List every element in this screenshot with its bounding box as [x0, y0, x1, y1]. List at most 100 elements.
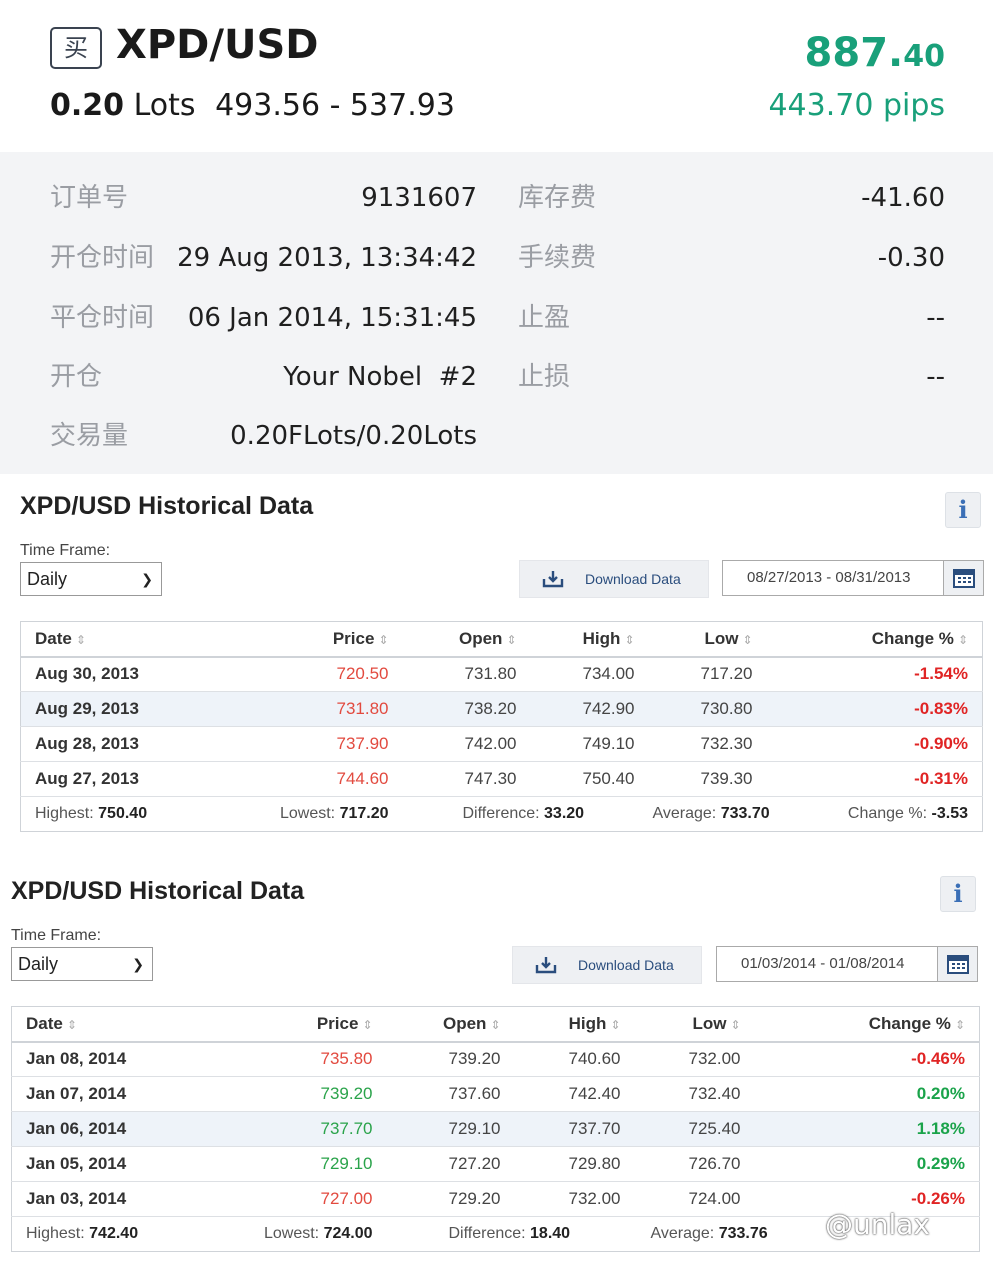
summary-lowest: Lowest: 717.20	[279, 805, 389, 822]
trade-lots-unit: Lots	[133, 88, 196, 123]
table-row: Aug 30, 2013 720.50 731.80 734.00 717.20…	[20, 656, 983, 692]
summary-average: Average: 733.70	[652, 805, 770, 822]
cell-open: 727.20	[386, 1146, 515, 1182]
cell-open: 729.20	[386, 1181, 515, 1217]
table-row: Aug 28, 2013 737.90 742.00 749.10 732.30…	[20, 726, 983, 762]
cell-open: 737.60	[386, 1076, 515, 1112]
column-header-change[interactable]: Change % ⇕	[754, 1006, 980, 1043]
summary-difference: Difference: 18.40	[448, 1225, 571, 1242]
column-header-high[interactable]: High ⇕	[530, 621, 649, 658]
cell-price: 720.50	[226, 656, 403, 692]
current-price-decimals: 40	[903, 39, 945, 74]
column-header-change[interactable]: Change % ⇕	[766, 621, 983, 658]
trade-price-range: 493.56 - 537.93	[215, 88, 455, 123]
column-header-low[interactable]: Low ⇕	[648, 621, 767, 658]
historical-data-table: Date ⇕ Price ⇕ Open ⇕ High ⇕ Low ⇕ Change % ⇕ …	[20, 621, 983, 832]
cell-low: 732.30	[648, 726, 767, 762]
cell-high: 750.40	[530, 761, 649, 797]
column-header-date[interactable]: Date ⇕	[20, 621, 227, 658]
sort-icon: ⇕	[490, 1017, 501, 1032]
cell-date: Jan 07, 2014	[11, 1076, 202, 1112]
stop-loss-label: 止损	[518, 362, 571, 392]
cell-date: Aug 27, 2013	[20, 761, 227, 797]
cell-date: Aug 30, 2013	[20, 656, 227, 692]
cell-low: 730.80	[648, 691, 767, 727]
download-icon	[535, 957, 557, 974]
cell-change: -0.46%	[754, 1041, 980, 1077]
column-header-date[interactable]: Date ⇕	[11, 1006, 202, 1043]
cell-price: 737.70	[201, 1111, 387, 1147]
column-header-high[interactable]: High ⇕	[514, 1006, 635, 1043]
sort-icon: ⇕	[954, 1017, 965, 1032]
calendar-button[interactable]	[943, 561, 983, 595]
timeframe-select[interactable]: Daily ❯	[11, 947, 153, 981]
sort-icon: ⇕	[75, 632, 86, 647]
open-time-label: 开仓时间	[50, 243, 155, 273]
calendar-button[interactable]	[937, 947, 977, 981]
table-row: Aug 27, 2013 744.60 747.30 750.40 739.30…	[20, 761, 983, 797]
column-header-open[interactable]: Open ⇕	[402, 621, 531, 658]
cell-change: 1.18%	[754, 1111, 980, 1147]
cell-date: Jan 08, 2014	[11, 1041, 202, 1077]
date-range-picker[interactable]: 01/03/2014 - 01/08/2014	[716, 946, 978, 982]
sort-icon: ⇕	[742, 632, 753, 647]
download-data-button[interactable]: Download Data	[512, 946, 702, 984]
column-header-open[interactable]: Open ⇕	[386, 1006, 515, 1043]
cell-price: 731.80	[226, 691, 403, 727]
order-details: 订单号 9131607 库存费 -41.60 开仓时间 29 Aug 2013,…	[0, 152, 993, 474]
table-row: Jan 05, 2014 729.10 727.20 729.80 726.70…	[11, 1146, 980, 1182]
volume-value: 0.20FLots/0.20Lots	[230, 421, 477, 451]
info-icon[interactable]: i	[945, 492, 981, 528]
date-range-value: 08/27/2013 - 08/31/2013	[747, 569, 911, 586]
cell-date: Jan 05, 2014	[11, 1146, 202, 1182]
cell-high: 729.80	[514, 1146, 635, 1182]
cell-change: 0.29%	[754, 1146, 980, 1182]
historical-data-panel-1: XPD/USD Historical Data i Time Frame: Da…	[0, 474, 993, 844]
cell-open: 738.20	[402, 691, 531, 727]
calendar-icon	[953, 569, 975, 588]
cell-high: 734.00	[530, 656, 649, 692]
detail-row-open-time: 开仓时间 29 Aug 2013, 13:34:42 手续费 -0.30	[0, 238, 993, 278]
table-row: Jan 06, 2014 737.70 729.10 737.70 725.40…	[11, 1111, 980, 1147]
table-header-row: Date ⇕ Price ⇕ Open ⇕ High ⇕ Low ⇕ Change % ⇕	[11, 1006, 980, 1043]
cell-open: 747.30	[402, 761, 531, 797]
cell-high: 742.90	[530, 691, 649, 727]
cell-date: Aug 29, 2013	[20, 691, 227, 727]
detail-row-close-time: 平仓时间 06 Jan 2014, 15:31:45 止盈 --	[0, 298, 993, 338]
cell-low: 724.00	[634, 1181, 755, 1217]
order-no-label: 订单号	[50, 183, 129, 213]
panel-title: XPD/USD Historical Data	[11, 877, 305, 905]
cell-change: 0.20%	[754, 1076, 980, 1112]
take-profit-label: 止盈	[518, 303, 571, 333]
cell-low: 739.30	[648, 761, 767, 797]
sort-icon: ⇕	[730, 1017, 741, 1032]
column-header-low[interactable]: Low ⇕	[634, 1006, 755, 1043]
column-header-price[interactable]: Price ⇕	[201, 1006, 387, 1043]
sort-icon: ⇕	[506, 632, 517, 647]
column-header-price[interactable]: Price ⇕	[226, 621, 403, 658]
download-data-button[interactable]: Download Data	[519, 560, 709, 598]
cell-price: 739.20	[201, 1076, 387, 1112]
timeframe-value: Daily	[18, 954, 59, 974]
close-time-value: 06 Jan 2014, 15:31:45	[187, 303, 477, 333]
detail-row-volume: 交易量 0.20FLots/0.20Lots	[0, 416, 993, 456]
cell-price: 727.00	[201, 1181, 387, 1217]
cell-price: 729.10	[201, 1146, 387, 1182]
sort-icon: ⇕	[66, 1017, 77, 1032]
info-icon[interactable]: i	[940, 876, 976, 912]
download-icon	[542, 571, 564, 588]
stop-loss-value: --	[926, 362, 945, 392]
open-label: 开仓	[50, 362, 103, 392]
summary-highest: Highest: 742.40	[26, 1225, 139, 1242]
date-range-value: 01/03/2014 - 01/08/2014	[741, 955, 905, 972]
cell-low: 732.00	[634, 1041, 755, 1077]
cell-high: 749.10	[530, 726, 649, 762]
commission-value: -0.30	[877, 243, 945, 273]
cell-low: 732.40	[634, 1076, 755, 1112]
profit-pips: 443.70 pips	[768, 88, 945, 123]
timeframe-select[interactable]: Daily ❯	[20, 562, 162, 596]
date-range-picker[interactable]: 08/27/2013 - 08/31/2013	[722, 560, 984, 596]
cell-date: Jan 03, 2014	[11, 1181, 202, 1217]
order-no-value: 9131607	[361, 183, 477, 213]
cell-low: 726.70	[634, 1146, 755, 1182]
